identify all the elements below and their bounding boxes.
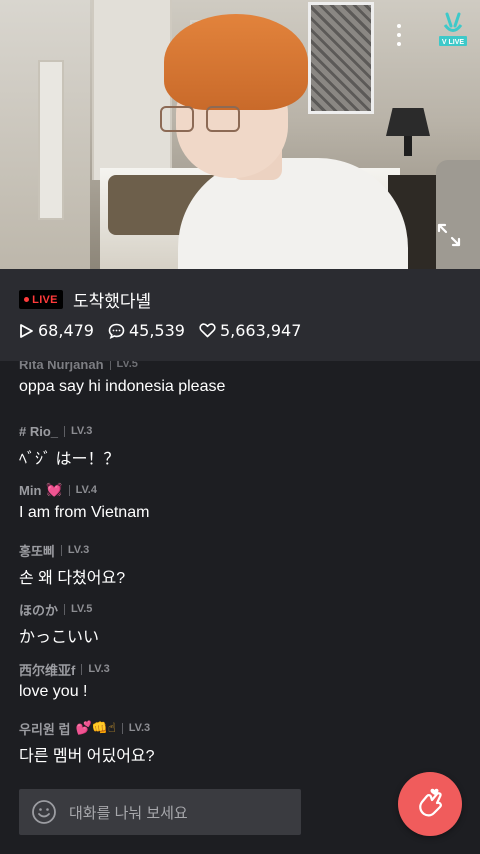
live-label: LIVE xyxy=(32,293,58,306)
video-player[interactable]: V LIVE xyxy=(0,0,480,269)
chat-input-placeholder: 대화를 나눠 보세요 xyxy=(69,804,188,822)
chat-text: かっこいい xyxy=(19,629,100,646)
vlive-logo-text: V LIVE xyxy=(442,39,465,46)
views-stat: 68,479 xyxy=(19,321,94,340)
chat-level: LV.3 xyxy=(67,544,90,556)
chat-text: love you ! xyxy=(19,683,88,700)
divider xyxy=(68,484,70,496)
chat-message: 홍또삐 LV.3 손 왜 다쳤어요? xyxy=(19,541,125,588)
chat-message: 우리원 럽 💕👊☝ LV.3 다른 멤버 어딨어요? xyxy=(19,719,155,766)
smiley-icon[interactable] xyxy=(31,799,57,825)
live-badge: LIVE xyxy=(19,290,63,309)
chat-message: Rita Nurjanah LV.5 oppa say hi indonesia… xyxy=(19,361,225,396)
broadcast-title: 도착했다녤 xyxy=(73,292,152,312)
live-dot-icon xyxy=(24,297,30,302)
video-background-headboard xyxy=(308,2,374,114)
video-background-window xyxy=(92,0,172,180)
more-vertical-icon[interactable] xyxy=(392,22,406,48)
chat-text: 손 왜 다쳤어요? xyxy=(19,570,126,587)
hearts-stat: 5,663,947 xyxy=(199,321,301,340)
vlive-logo-icon: V LIVE xyxy=(439,12,467,46)
emoji-sticker-icon: 💕👊☝ xyxy=(75,720,116,736)
chat-username[interactable]: 홍또삐 xyxy=(19,541,55,560)
send-heart-button[interactable] xyxy=(398,772,462,836)
chat-message: 西尔维亚f LV.3 love you ! xyxy=(19,660,110,701)
comments-count: 45,539 xyxy=(128,321,185,340)
chat-username[interactable]: # Rio_ xyxy=(19,424,58,439)
hearts-count: 5,663,947 xyxy=(219,321,302,340)
fullscreen-icon[interactable] xyxy=(436,222,462,248)
streamer-glasses xyxy=(160,100,250,136)
chat-text: 다른 멤버 어딨어요? xyxy=(19,748,155,765)
chat-level: LV.5 xyxy=(116,361,138,370)
comment-icon xyxy=(108,323,125,339)
comments-stat: 45,539 xyxy=(108,321,185,340)
video-background-chair xyxy=(436,160,480,269)
chat-input[interactable]: 대화를 나눠 보세요 xyxy=(19,789,301,835)
chat-text: oppa say hi indonesia please xyxy=(19,378,226,395)
chat-message: # Rio_ LV.3 ﾍﾞｼﾞ はー！？ xyxy=(19,422,119,469)
video-background-lamp-base xyxy=(404,136,412,156)
chat-text: I am from Vietnam xyxy=(19,504,150,521)
chat-message: Min 💓 LV.4 I am from Vietnam xyxy=(19,481,149,522)
chat-username[interactable]: ほのか xyxy=(19,600,58,619)
chat-username[interactable]: Min xyxy=(19,483,41,498)
broadcast-info: LIVE 도착했다녤 68,479 45,539 5,663,947 xyxy=(0,269,480,361)
chat-list[interactable]: Rita Nurjanah LV.5 oppa say hi indonesia… xyxy=(0,361,480,781)
video-background-lamp xyxy=(386,108,430,136)
divider xyxy=(60,544,62,556)
chat-level: LV.3 xyxy=(71,425,93,437)
divider xyxy=(64,603,66,615)
divider xyxy=(121,722,123,734)
chat-text: ﾍﾞｼﾞ はー！？ xyxy=(19,451,120,468)
chat-level: LV.3 xyxy=(128,722,151,734)
play-icon xyxy=(20,323,33,338)
divider xyxy=(81,663,83,675)
chat-level: LV.5 xyxy=(71,603,93,615)
chat-username[interactable]: 西尔维亚f xyxy=(19,660,75,679)
broadcast-stats: 68,479 45,539 5,663,947 xyxy=(19,321,315,340)
chat-message: ほのか LV.5 かっこいい xyxy=(19,600,99,647)
heart-emoji-icon: 💓 xyxy=(46,482,63,498)
chat-level: LV.3 xyxy=(88,663,110,675)
streamer-hair xyxy=(164,14,308,110)
chat-level: LV.4 xyxy=(75,484,97,496)
chat-username[interactable]: 우리원 럽 xyxy=(19,719,70,738)
heart-outline-icon xyxy=(199,323,216,338)
chat-username[interactable]: Rita Nurjanah xyxy=(19,361,104,372)
divider xyxy=(109,361,111,370)
video-background-door xyxy=(38,60,64,220)
finger-heart-icon xyxy=(419,788,442,817)
divider xyxy=(64,425,66,437)
views-count: 68,479 xyxy=(38,321,94,340)
